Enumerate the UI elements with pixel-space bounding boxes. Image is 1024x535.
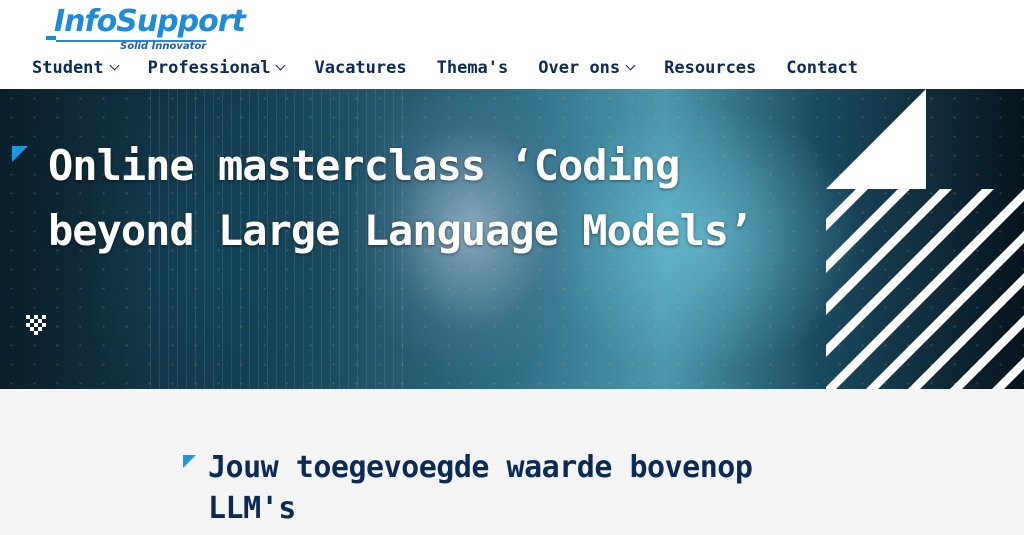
nav-item-themas[interactable]: Thema's — [437, 58, 509, 78]
logo-wordmark: InfoSupport — [54, 4, 246, 39]
chevron-down-icon — [625, 60, 636, 70]
diagonal-stripes-graphic — [826, 89, 1024, 389]
nav-item-label: Resources — [664, 58, 757, 78]
nav-item-vacatures[interactable]: Vacatures — [314, 58, 406, 78]
nav-item-label: Thema's — [436, 58, 509, 78]
nav-item-label: Student — [32, 58, 104, 78]
hero-title: Online masterclass ‘Coding beyond Large … — [48, 141, 753, 255]
pixel-chevron-icon — [26, 315, 46, 335]
nav-item-label: Professional — [147, 58, 271, 78]
section-heading: Jouw toegevoegde waarde bovenop LLM's — [208, 450, 753, 526]
nav-item-label: Over ons — [538, 58, 621, 78]
logo-tagline: Solid Innovator — [120, 41, 207, 52]
hero-banner: Online masterclass ‘Coding beyond Large … — [0, 89, 1024, 389]
corner-accent-icon — [183, 455, 196, 468]
site-header: InfoSupport Solid Innovator Student Prof… — [0, 0, 1024, 89]
chevron-down-icon — [109, 60, 120, 70]
nav-item-professional[interactable]: Professional — [147, 58, 286, 78]
chevron-down-icon — [276, 60, 286, 70]
corner-accent-icon — [12, 146, 28, 162]
infosupport-logo[interactable]: InfoSupport Solid Innovator — [46, 4, 246, 54]
nav-item-contact[interactable]: Contact — [786, 58, 858, 78]
content-section: Jouw toegevoegde waarde bovenop LLM's — [0, 389, 1024, 535]
nav-item-label: Contact — [786, 58, 858, 78]
nav-item-resources[interactable]: Resources — [664, 58, 756, 78]
nav-item-label: Vacatures — [314, 58, 407, 78]
nav-item-student[interactable]: Student — [32, 58, 120, 78]
nav-item-over-ons[interactable]: Over ons — [538, 58, 636, 78]
main-navigation: Student Professional Vacatures Thema's O… — [32, 56, 888, 80]
